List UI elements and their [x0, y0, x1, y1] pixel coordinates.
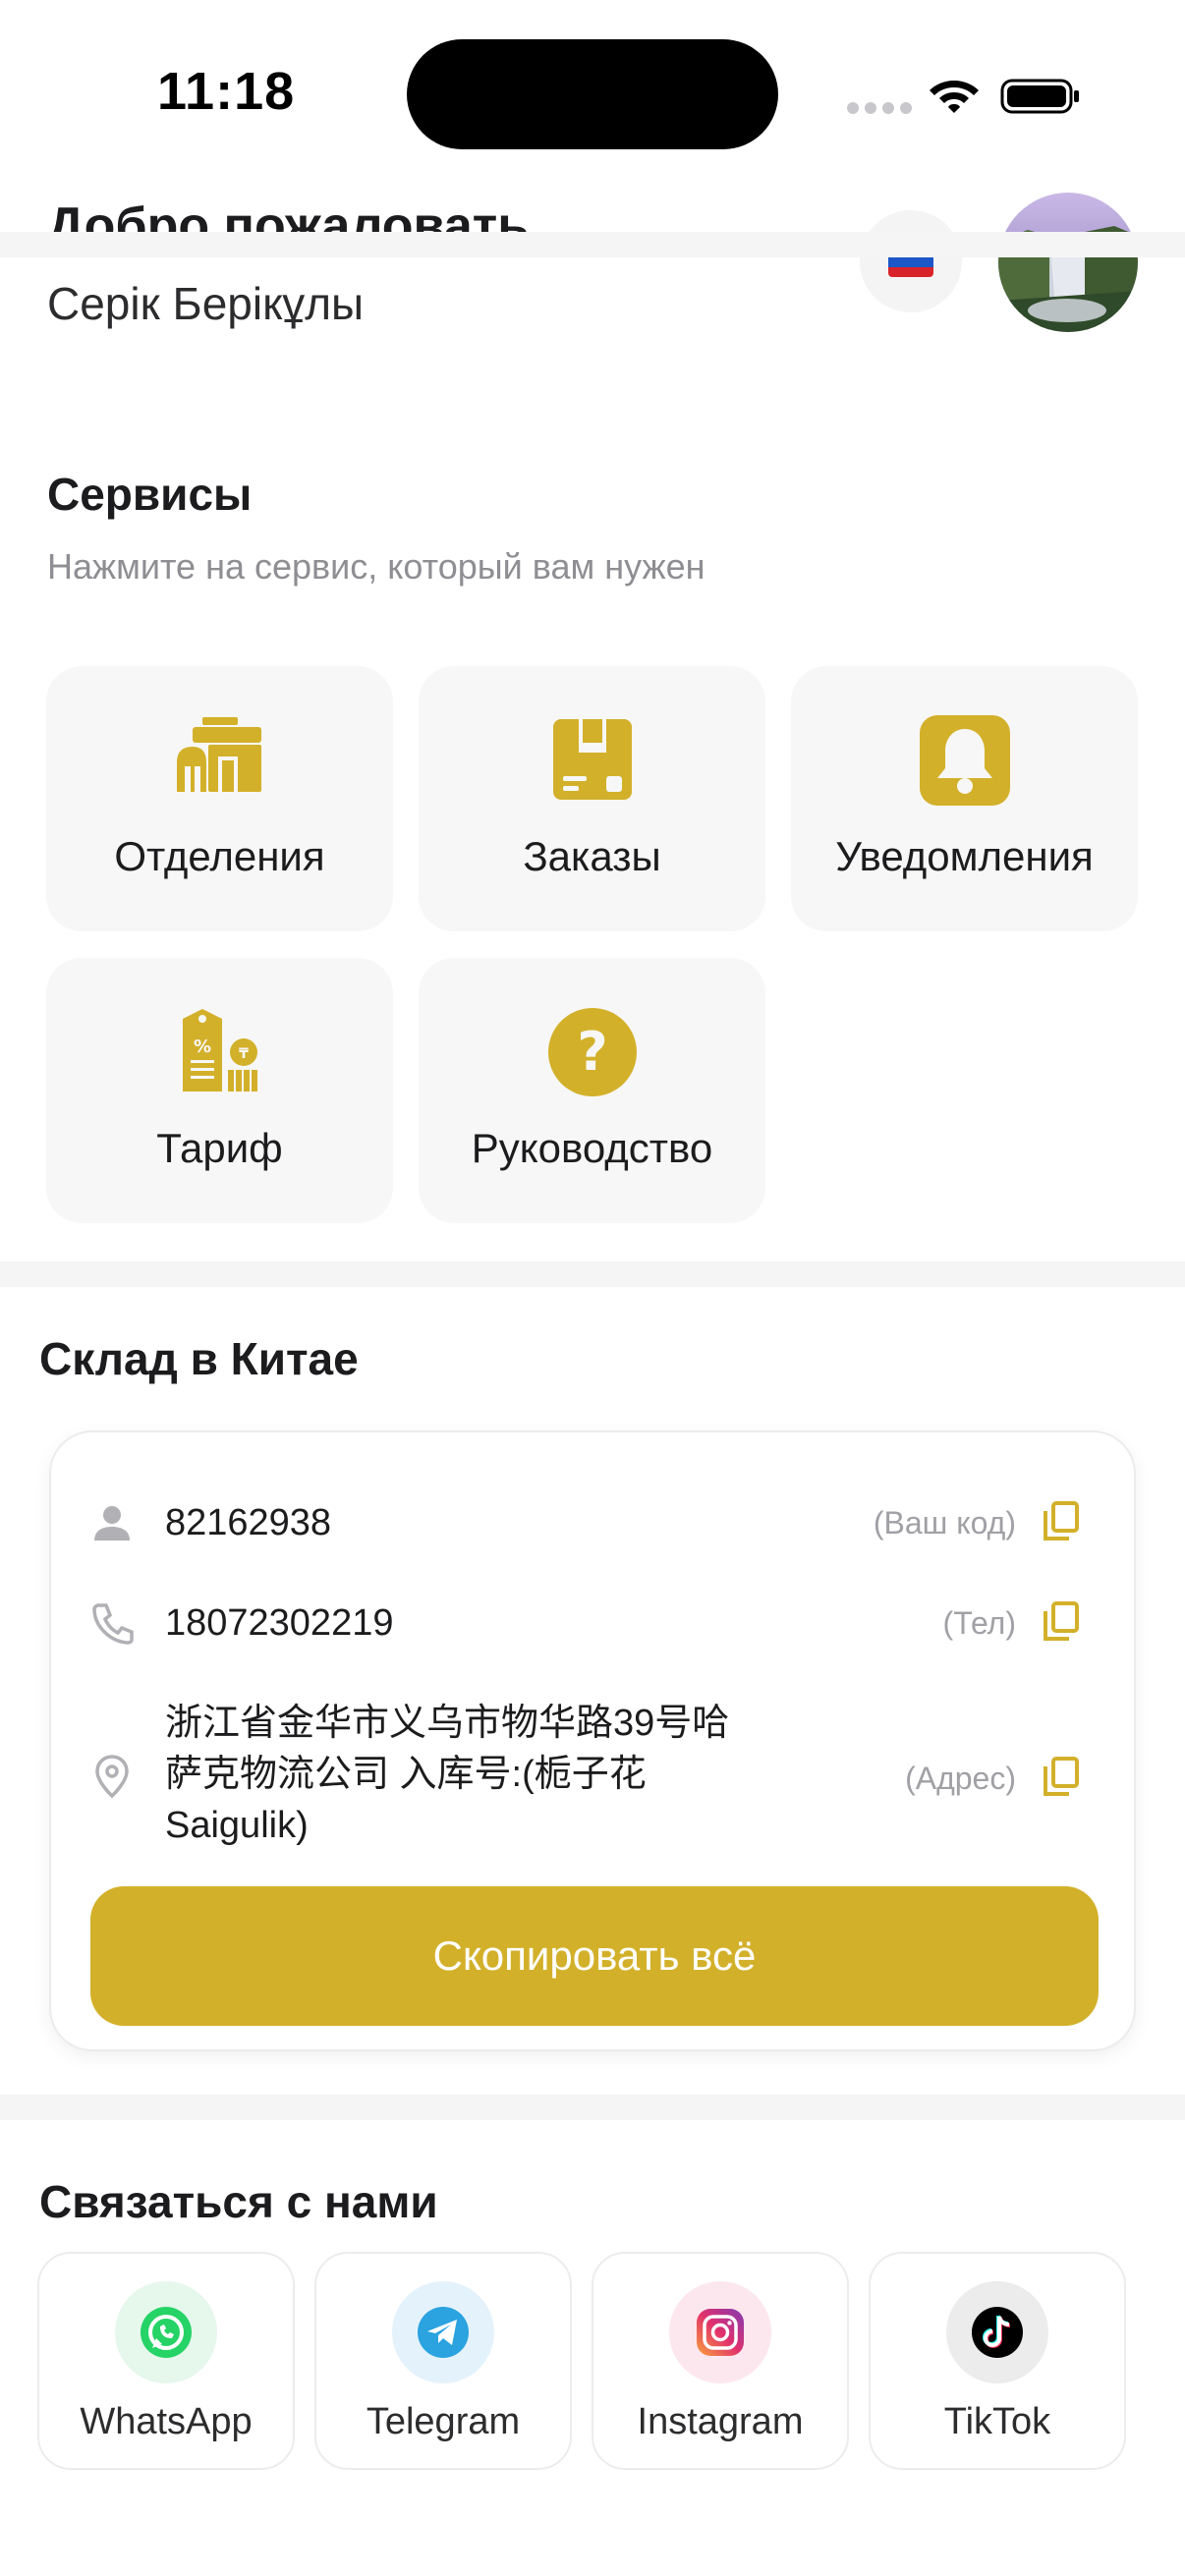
service-card-notifications[interactable]: Уведомления — [791, 666, 1138, 931]
instagram-icon — [669, 2281, 771, 2383]
bell-icon — [919, 715, 1010, 806]
status-bar: 11:18 — [0, 0, 1185, 187]
service-card-orders[interactable]: Заказы — [419, 666, 765, 931]
section-divider — [0, 1261, 1185, 1287]
language-switch-button[interactable] — [860, 210, 962, 312]
service-label: Руководство — [471, 1125, 713, 1171]
wifi-icon — [930, 81, 979, 113]
service-label: Тариф — [156, 1125, 283, 1171]
contact-whatsapp[interactable]: WhatsApp — [37, 2252, 295, 2470]
warehouse-address-line2: 萨克物流公司 入库号:(栀子花 — [165, 1754, 647, 1795]
service-label: Отделения — [114, 833, 325, 879]
warehouse-code-value: 82162938 — [165, 1502, 332, 1543]
package-box-icon — [552, 719, 632, 800]
warehouse-phone-row: 18072302219 (Тел) — [51, 1597, 1138, 1649]
avatar-image — [998, 193, 1138, 332]
user-name: Серік Берікұлы — [47, 278, 365, 329]
copy-icon[interactable] — [1042, 1499, 1081, 1542]
warehouse-code-tag: (Ваш код) — [873, 1505, 1016, 1540]
warehouse-card: 82162938 (Ваш код) 18072302219 (Тел) 浙江省… — [49, 1430, 1136, 2051]
contact-label: Instagram — [637, 2401, 804, 2442]
copy-icon[interactable] — [1042, 1599, 1081, 1643]
copy-all-button[interactable]: Скопировать всё — [90, 1886, 1099, 2026]
cellular-signal-icon — [847, 102, 912, 114]
status-time: 11:18 — [157, 62, 296, 121]
contact-telegram[interactable]: Telegram — [314, 2252, 572, 2470]
warehouse-address-tag: (Адрес) — [905, 1761, 1016, 1796]
warehouse-code-row: 82162938 (Ваш код) — [51, 1497, 1138, 1548]
contact-instagram[interactable]: Instagram — [592, 2252, 849, 2470]
contact-title: Связаться с нами — [39, 2176, 438, 2227]
warehouse-phone-value: 18072302219 — [165, 1602, 394, 1644]
contact-label: Telegram — [366, 2401, 521, 2442]
warehouse-title: Склад в Китае — [39, 1333, 359, 1384]
telegram-icon — [392, 2281, 494, 2383]
section-divider — [0, 2095, 1185, 2120]
contact-label: WhatsApp — [80, 2401, 253, 2442]
contact-label: TikTok — [943, 2401, 1051, 2442]
svg-text:?: ? — [577, 1021, 607, 1083]
warehouse-address-row: 浙江省金华市义乌市物华路39号哈 萨克物流公司 入库号:(栀子花 Saiguli… — [51, 1698, 1138, 1851]
question-circle-icon: ? — [547, 1008, 637, 1096]
service-label: Заказы — [523, 833, 661, 879]
whatsapp-icon — [115, 2281, 217, 2383]
person-icon — [94, 1506, 130, 1540]
contact-tiktok[interactable]: TikTok — [869, 2252, 1126, 2470]
service-card-tariff[interactable]: % ₸ Тариф — [46, 958, 393, 1223]
avatar[interactable] — [998, 193, 1138, 332]
tariff-price-tag-icon: % ₸ — [182, 1009, 257, 1092]
service-label: Уведомления — [835, 833, 1094, 879]
service-card-guide[interactable]: ? Руководство — [419, 958, 765, 1223]
service-card-branches[interactable]: Отделения — [46, 666, 393, 931]
battery-icon — [1000, 79, 1079, 114]
branch-building-icon — [176, 717, 261, 792]
services-subtitle: Нажмите на сервис, который вам нужен — [47, 546, 705, 587]
location-pin-icon — [95, 1755, 129, 1798]
warehouse-address-line3: Saigulik) — [165, 1805, 309, 1846]
phone-icon — [92, 1603, 134, 1645]
warehouse-address-line1: 浙江省金华市义乌市物华路39号哈 — [165, 1703, 730, 1744]
section-divider — [0, 232, 1185, 257]
svg-text:%: % — [193, 1036, 210, 1057]
services-title: Сервисы — [47, 469, 253, 520]
tiktok-icon — [946, 2281, 1048, 2383]
warehouse-phone-tag: (Тел) — [942, 1605, 1016, 1641]
dynamic-island — [407, 39, 778, 149]
svg-text:₸: ₸ — [239, 1046, 249, 1062]
copy-icon[interactable] — [1042, 1755, 1081, 1798]
